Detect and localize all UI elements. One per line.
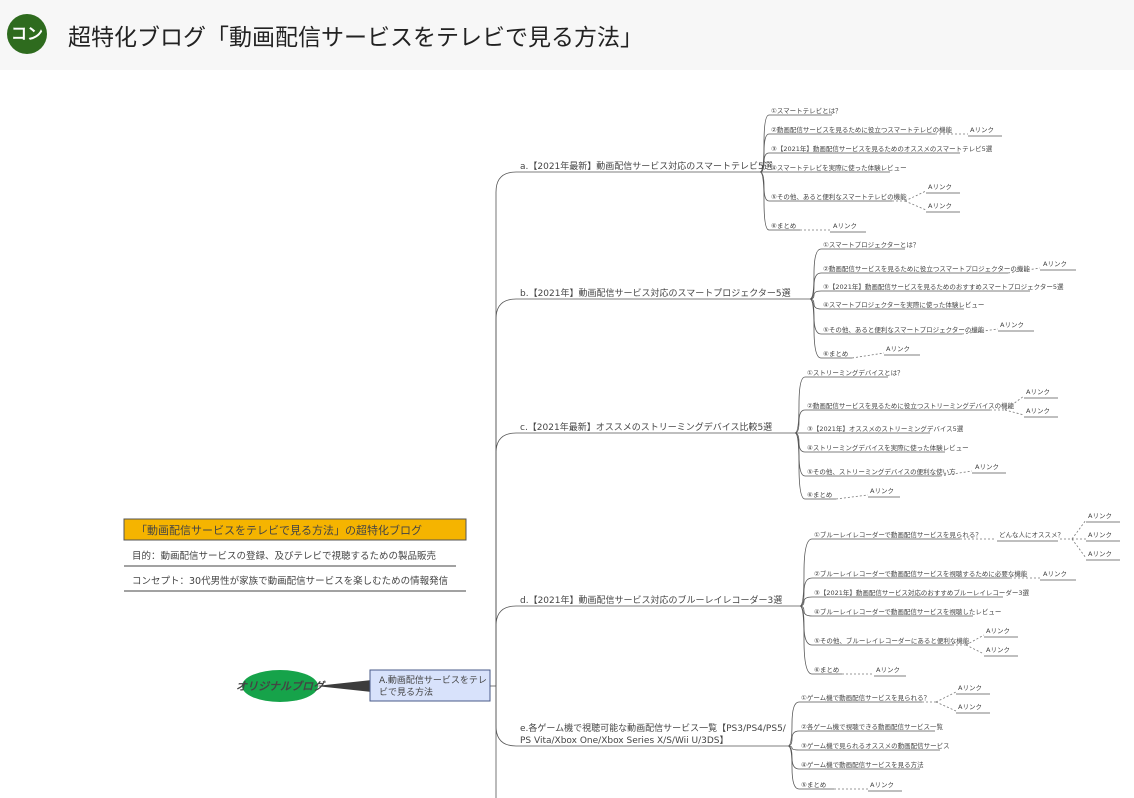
topic-item: ①スマートプロジェクターとは？ [823, 240, 919, 249]
topic-item: ②動画配信サービスを見るために役立つスマートテレビの機能 [771, 125, 953, 134]
topic-item: ⑥まとめ [771, 222, 796, 230]
connector [495, 605, 800, 686]
topic-item: ①スマートテレビとは？ [771, 106, 842, 115]
link-connector [935, 701, 957, 712]
topic-item: ③【2021年】動画配信サービス対応のおすすめブルーレイレコーダー3選 [814, 588, 1030, 597]
link-item[interactable]: Aリンク [986, 646, 1010, 654]
sub-topic-item: どんな人にオススメ？ [999, 531, 1064, 539]
link-item[interactable]: Aリンク [1000, 321, 1024, 329]
topic-item: ⑤その他、ブルーレイレコーダーにあると便利な機能 [814, 636, 970, 645]
connector [809, 290, 1030, 300]
link-connector [1071, 538, 1087, 559]
page-title: 超特化ブログ「動画配信サービスをテレビで見る方法」 [68, 25, 643, 51]
link-connector [851, 352, 885, 359]
link-connector [835, 494, 869, 500]
avatar[interactable]: コン [7, 14, 47, 54]
link-connector [904, 200, 927, 211]
link-item[interactable]: Aリンク [1043, 570, 1067, 578]
branch-label: a.【2021年最新】動画配信サービス対応のスマートテレビ5選 [520, 160, 773, 172]
link-item[interactable]: Aリンク [1026, 407, 1050, 415]
topic-item: ④ゲーム機で動画配信サービスを見る方法 [801, 760, 924, 769]
link-connector [965, 644, 985, 655]
topic-item: ②各ゲーム機で視聴できる動画配信サービス一覧 [801, 722, 944, 731]
info-purpose: 目的：動画配信サービスの登録、及びテレビで視聴するための製品販売 [132, 550, 436, 562]
connector [495, 432, 795, 686]
topic-item: ⑥まとめ [807, 491, 832, 499]
center-label-line1: A.動画配信サービスをテレ [379, 674, 487, 686]
topic-item: ①ゲーム機で動画配信サービスを見られる？ [801, 693, 930, 702]
topic-item: ①ストリーミングデバイスとは？ [807, 368, 904, 377]
topic-item: ⑤その他、あると便利なスマートプロジェクターの機能 [823, 325, 985, 334]
branch-a[interactable]: a.【2021年最新】動画配信サービス対応のスマートテレビ5選 ①スマートテレビ… [520, 106, 994, 230]
connector [809, 248, 905, 300]
blog-info-box: 「動画配信サービスをテレビで見る方法」の超特化ブログ 目的：動画配信サービスの登… [123, 518, 467, 592]
topic-item: ⑤まとめ [801, 781, 826, 789]
topic-item: ②動画配信サービスを見るために役立つスマートプロジェクターの機能 [823, 264, 1030, 273]
connector [794, 432, 836, 500]
info-concept: コンセプト：30代男性が家族で動画配信サービスを楽しむための情報発信 [132, 575, 448, 587]
link-item[interactable]: Aリンク [975, 463, 999, 471]
link-item[interactable]: Aリンク [833, 222, 857, 230]
topic-item: ④ストリーミングデバイスを実際に使った体験レビュー [807, 443, 969, 452]
connector [495, 298, 810, 686]
connector [799, 596, 1003, 607]
link-item[interactable]: Aリンク [886, 345, 910, 353]
topic-item: ⑤その他、ストリーミングデバイスの便利な使い方 [807, 467, 956, 476]
topic-item: ③ゲーム機で見られるオススメの動画配信サービス [801, 741, 950, 750]
branch-label: e.各ゲーム機で視聴可能な動画配信サービス一覧【PS3/PS4/PS5/ [520, 722, 787, 734]
link-item[interactable]: Aリンク [928, 183, 952, 191]
link-item[interactable]: Aリンク [928, 202, 952, 210]
topic-item: ⑥まとめ [814, 666, 839, 674]
topic-item: ④スマートプロジェクターを実際に使った体験レビュー [823, 300, 984, 309]
link-item[interactable]: Aリンク [1088, 531, 1112, 539]
page-header: コン 超特化ブログ「動画配信サービスをテレビで見る方法」 [0, 0, 1134, 70]
mind-map-canvas[interactable]: 「動画配信サービスをテレビで見る方法」の超特化ブログ 目的：動画配信サービスの登… [0, 70, 1134, 798]
topic-item: ③【2021年】動画配信サービスを見るためのおすすめスマートプロジェクター5選 [823, 282, 1064, 291]
link-item[interactable]: Aリンク [1088, 512, 1112, 520]
link-item[interactable]: Aリンク [870, 781, 894, 789]
branch-c[interactable]: c.【2021年最新】オススメのストリーミングデバイス比較5選 ①ストリーミング… [520, 368, 1050, 499]
center-label-line2: ビで見る方法 [379, 686, 433, 698]
link-item[interactable]: Aリンク [870, 487, 894, 495]
branch-d[interactable]: d.【2021年】動画配信サービス対応のブルーレイレコーダー3選 ①ブルーレイレ… [520, 512, 1112, 674]
topic-item: ③【2021年】オススメのストリーミングデバイス5選 [807, 424, 964, 433]
link-connector [1071, 519, 1087, 540]
link-item[interactable]: Aリンク [986, 627, 1010, 635]
topic-item: ②ブルーレイレコーダーで動画配信サービスを視聴するために必要な機能 [814, 569, 1028, 578]
link-item[interactable]: Aリンク [1043, 260, 1067, 268]
root-connector [316, 680, 372, 692]
topic-item: ④ブルーレイレコーダーで動画配信サービスを視聴したレビュー [814, 607, 1001, 616]
topic-item: ⑥まとめ [823, 350, 848, 358]
branch-label: c.【2021年最新】オススメのストリーミングデバイス比較5選 [520, 421, 772, 433]
info-title: 「動画配信サービスをテレビで見る方法」の超特化ブログ [136, 523, 422, 537]
topic-item: ②動画配信サービスを見るために役立つストリーミングデバイスの機能 [807, 401, 1015, 410]
root-label: オリジナルブログ [236, 680, 326, 693]
link-connector [904, 190, 927, 202]
link-item[interactable]: Aリンク [958, 703, 982, 711]
link-item[interactable]: Aリンク [958, 684, 982, 692]
branch-label: PS Vita/Xbox One/Xbox Series X/S/Wii U/3… [520, 735, 729, 746]
link-item[interactable]: Aリンク [1088, 550, 1112, 558]
topic-item: ①ブルーレイレコーダーで動画配信サービスを見られる？ [814, 530, 982, 539]
link-connector [935, 691, 957, 703]
link-item[interactable]: Aリンク [1026, 388, 1050, 396]
branch-e[interactable]: e.各ゲーム機で視聴可能な動画配信サービス一覧【PS3/PS4/PS5/ PS … [520, 684, 982, 789]
link-item[interactable]: Aリンク [876, 666, 900, 674]
branch-label: b.【2021年】動画配信サービス対応のスマートプロジェクター5選 [520, 287, 791, 299]
link-connector [1004, 409, 1025, 416]
link-item[interactable]: Aリンク [970, 126, 994, 134]
topic-item: ⑤その他、あると便利なスマートテレビの機能 [771, 192, 907, 201]
topic-item: ③【2021年】動画配信サービスを見るためのオススメのスマートテレビ5選 [771, 144, 993, 153]
topic-item: ④スマートテレビを実際に使った体験レビュー [771, 163, 907, 172]
branch-label: d.【2021年】動画配信サービス対応のブルーレイレコーダー3選 [520, 594, 782, 606]
